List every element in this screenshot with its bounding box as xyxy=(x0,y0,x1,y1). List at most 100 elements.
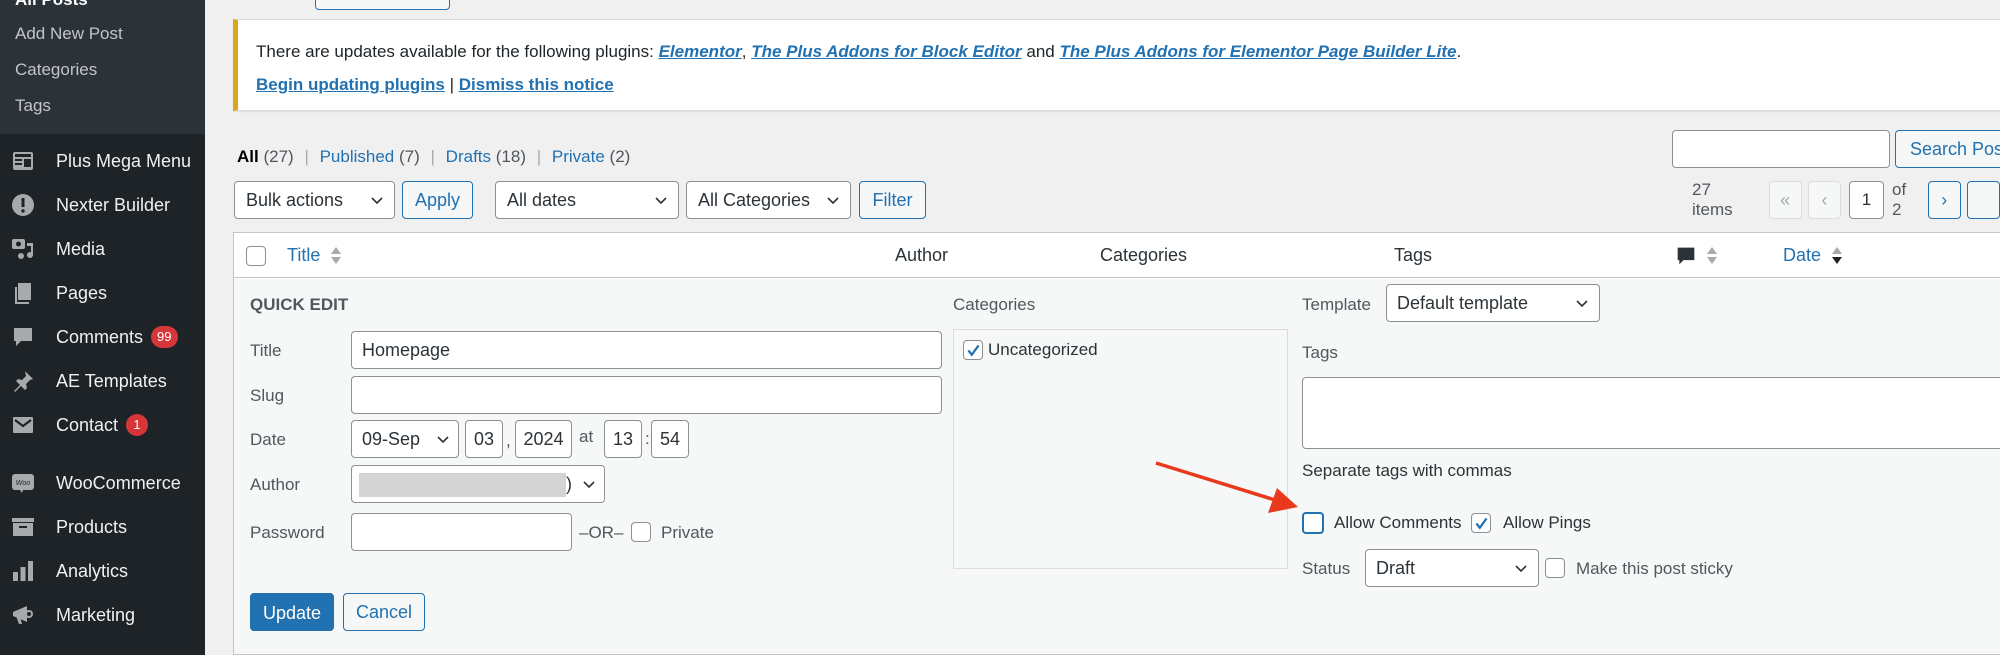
author-select[interactable]: ) xyxy=(351,465,605,503)
cancel-button[interactable]: Cancel xyxy=(343,593,425,631)
filter-button[interactable]: Filter xyxy=(859,181,926,219)
uncategorized-checkbox[interactable] xyxy=(963,340,983,360)
column-date-label: Date xyxy=(1783,245,1822,265)
sidebar-item-label: Media xyxy=(56,238,106,259)
sidebar-item-plus-mega-menu[interactable]: Plus Mega Menu xyxy=(0,139,205,183)
uncategorized-label: Uncategorized xyxy=(988,340,1098,359)
sticky-checkbox[interactable] xyxy=(1545,558,1565,578)
title-label: Title xyxy=(250,341,282,360)
tags-hint: Separate tags with commas xyxy=(1302,461,1512,480)
column-tags: Tags xyxy=(1394,245,1433,265)
submenu-categories[interactable]: Categories xyxy=(0,52,205,88)
sidebar-item-analytics[interactable]: Analytics xyxy=(0,549,205,593)
quick-edit-panel: QUICK EDIT Title Homepage Slug Date 09-S… xyxy=(234,279,2000,654)
contact-count-badge: 1 xyxy=(126,414,149,436)
tags-textarea[interactable] xyxy=(1302,377,2000,449)
chevron-down-icon xyxy=(370,182,384,221)
column-author: Author xyxy=(895,245,949,265)
hour-input[interactable]: 13 xyxy=(604,420,642,458)
dismiss-notice-link[interactable]: Dismiss this notice xyxy=(459,75,614,94)
sidebar-item-media[interactable]: Media xyxy=(0,227,205,271)
comments-count-badge: 99 xyxy=(151,326,178,348)
last-page-button[interactable] xyxy=(1966,181,2000,219)
private-checkbox[interactable] xyxy=(631,522,651,542)
template-label: Template xyxy=(1302,295,1371,314)
select-all-checkbox[interactable] xyxy=(246,246,266,266)
status-select[interactable]: Draft xyxy=(1365,549,1539,587)
sidebar-item-label: Products xyxy=(56,516,128,537)
items-count: 27 items xyxy=(1692,180,1733,219)
sidebar-item-label: Comments xyxy=(56,326,144,347)
allow-comments-checkbox[interactable] xyxy=(1302,512,1324,534)
search-posts-button[interactable]: Search Posts xyxy=(1895,130,2000,168)
prev-page-button[interactable]: ‹ xyxy=(1807,181,1841,219)
plugin-update-notice: There are updates available for the foll… xyxy=(233,19,2000,111)
template-value: Default template xyxy=(1397,293,1529,313)
password-input[interactable] xyxy=(351,513,572,551)
day-input[interactable]: 03 xyxy=(465,420,503,458)
allow-pings-checkbox[interactable] xyxy=(1471,513,1491,533)
sidebar-item-ae-templates[interactable]: AE Templates xyxy=(0,359,205,403)
template-select[interactable]: Default template xyxy=(1386,284,1600,322)
plugin-link-plus-addons-elementor-lite[interactable]: The Plus Addons for Elementor Page Build… xyxy=(1059,42,1456,61)
categories-filter-value: All Categories xyxy=(698,190,811,210)
update-button[interactable]: Update xyxy=(250,593,334,631)
dates-filter-select[interactable]: All dates xyxy=(495,181,679,219)
chevron-down-icon xyxy=(654,182,668,221)
submenu-tags[interactable]: Tags xyxy=(0,88,205,124)
first-page-button[interactable]: « xyxy=(1768,181,1802,219)
pin-icon xyxy=(10,368,36,394)
date-label: Date xyxy=(250,430,286,449)
view-published[interactable]: Published xyxy=(320,147,395,166)
next-page-button[interactable]: › xyxy=(1927,181,1961,219)
sidebar-item-label: Contact xyxy=(56,414,119,435)
apply-button[interactable]: Apply xyxy=(402,181,473,219)
sidebar-item-products[interactable]: Products xyxy=(0,505,205,549)
sidebar-item-label: Pages xyxy=(56,282,108,303)
plugin-link-elementor[interactable]: Elementor xyxy=(659,42,742,61)
plugin-link-plus-addons-block-editor[interactable]: The Plus Addons for Block Editor xyxy=(751,42,1021,61)
minute-input[interactable]: 54 xyxy=(651,420,689,458)
submenu-all-posts[interactable]: All Posts xyxy=(0,0,205,16)
envelope-icon xyxy=(10,412,36,438)
checkmark-icon xyxy=(1475,517,1488,530)
notice-separator: and xyxy=(1021,42,1060,61)
sticky-label: Make this post sticky xyxy=(1576,559,1733,578)
sidebar-item-comments[interactable]: Comments 99 xyxy=(0,315,205,359)
view-drafts[interactable]: Drafts xyxy=(446,147,491,166)
current-page-input[interactable]: 1 xyxy=(1848,181,1885,219)
sidebar-item-pages[interactable]: Pages xyxy=(0,271,205,315)
month-select[interactable]: 09-Sep xyxy=(351,420,459,458)
sidebar-item-contact[interactable]: Contact 1 xyxy=(0,403,205,447)
submenu-add-new-post[interactable]: Add New Post xyxy=(0,16,205,52)
or-text: –OR– xyxy=(579,523,624,542)
time-colon: : xyxy=(645,429,650,448)
view-count: (7) xyxy=(399,147,420,166)
sidebar-item-marketing[interactable]: Marketing xyxy=(0,593,205,637)
mega-menu-icon xyxy=(10,148,36,174)
view-all[interactable]: All xyxy=(237,147,259,166)
view-separator: | xyxy=(430,147,435,166)
sort-icon xyxy=(331,247,342,265)
begin-updating-plugins-link[interactable]: Begin updating plugins xyxy=(256,75,445,94)
year-input[interactable]: 2024 xyxy=(515,420,572,458)
status-label: Status xyxy=(1302,559,1351,578)
column-title[interactable]: Title xyxy=(287,233,342,278)
sidebar-item-nexter-builder[interactable]: Nexter Builder xyxy=(0,183,205,227)
column-comments[interactable] xyxy=(1676,233,1718,278)
view-separator: | xyxy=(304,147,309,166)
column-date[interactable]: Date xyxy=(1783,233,1843,278)
view-count: (27) xyxy=(263,147,294,166)
search-posts-input[interactable] xyxy=(1672,130,1890,168)
dates-filter-value: All dates xyxy=(507,190,577,210)
bulk-actions-select[interactable]: Bulk actions xyxy=(234,181,395,219)
notice-pipe: | xyxy=(444,75,459,94)
title-input[interactable]: Homepage xyxy=(351,331,942,369)
add-new-post-button[interactable] xyxy=(315,0,450,10)
view-private[interactable]: Private xyxy=(552,147,605,166)
slug-input[interactable] xyxy=(351,376,942,414)
categories-filter-select[interactable]: All Categories xyxy=(686,181,851,219)
notice-message: There are updates available for the foll… xyxy=(256,42,1461,62)
sidebar-item-woocommerce[interactable]: Woo WooCommerce xyxy=(0,461,205,505)
column-title-label: Title xyxy=(287,245,321,265)
